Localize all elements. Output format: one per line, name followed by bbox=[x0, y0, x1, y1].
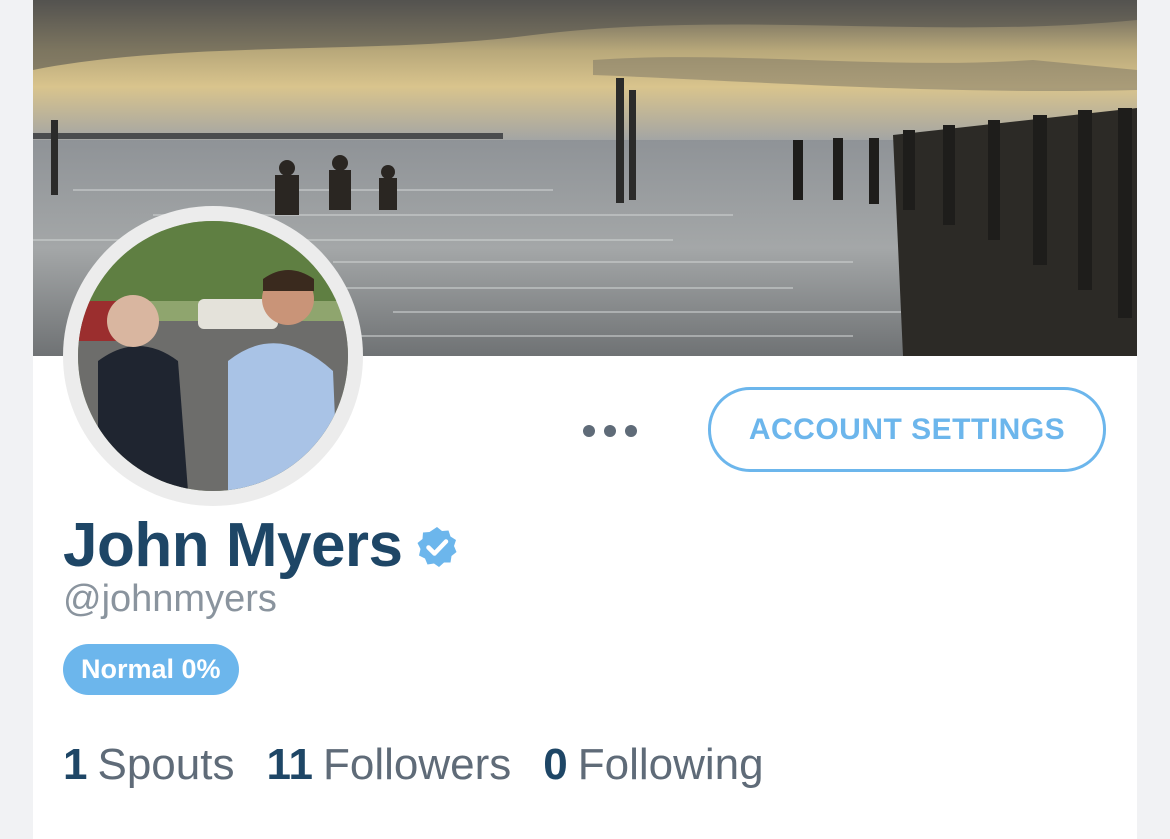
status-badge: Normal 0% bbox=[63, 644, 239, 695]
verified-badge-icon bbox=[417, 527, 457, 567]
followers-label: Followers bbox=[322, 740, 512, 789]
name-row: John Myers bbox=[63, 510, 459, 580]
following-label: Following bbox=[577, 740, 764, 789]
user-handle: @johnmyers bbox=[63, 578, 277, 620]
account-settings-label: ACCOUNT SETTINGS bbox=[748, 412, 1066, 446]
stat-followers[interactable]: 11 Followers bbox=[266, 740, 511, 790]
account-settings-button[interactable]: ACCOUNT SETTINGS bbox=[708, 387, 1106, 472]
spouts-count: 1 bbox=[63, 740, 88, 789]
stat-spouts[interactable]: 1 Spouts bbox=[63, 740, 234, 790]
avatar[interactable] bbox=[63, 206, 363, 506]
profile-stats: 1 Spouts 11 Followers 0 Following bbox=[63, 740, 796, 790]
following-count: 0 bbox=[543, 740, 568, 789]
display-name: John Myers bbox=[63, 510, 403, 580]
ellipsis-icon bbox=[583, 425, 595, 437]
status-badge-label: Normal 0% bbox=[81, 654, 221, 684]
followers-count: 11 bbox=[266, 740, 313, 789]
stat-following[interactable]: 0 Following bbox=[543, 740, 763, 790]
profile-card: ACCOUNT SETTINGS John Myers @johnmyers N… bbox=[33, 0, 1137, 839]
spouts-label: Spouts bbox=[97, 740, 235, 789]
more-options-button[interactable] bbox=[581, 418, 639, 444]
